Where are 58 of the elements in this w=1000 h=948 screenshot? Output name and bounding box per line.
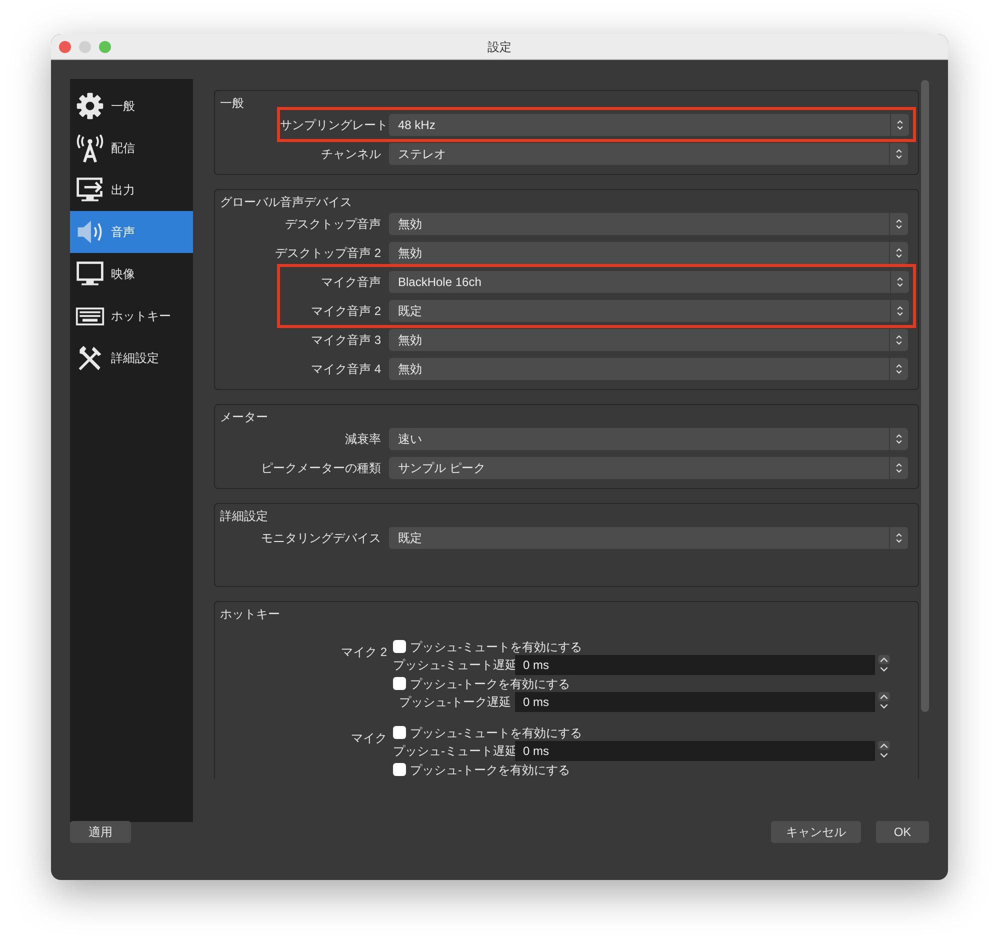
dropdown[interactable]: 無効 [389, 328, 908, 350]
field-label: マイク音声 [320, 274, 382, 290]
field-label: デスクトップ音声 2 [274, 244, 382, 262]
dropdown[interactable]: 無効 [389, 242, 908, 264]
checkbox-label: プッシュ-ミュートを有効にする [410, 724, 582, 742]
sidebar-item[interactable]: 出力 [70, 169, 193, 211]
antenna-icon [75, 133, 105, 163]
checkbox[interactable] [393, 677, 406, 690]
ok-button[interactable]: OK [876, 821, 929, 843]
group-title: ホットキー [219, 606, 280, 623]
sidebar-item[interactable]: 詳細設定 [70, 337, 193, 379]
hotkey-label: マイク [350, 730, 388, 747]
sidebar-item[interactable]: 配信 [70, 127, 193, 169]
group-title: グローバル音声デバイス [219, 194, 352, 209]
checkbox-label: プッシュ-ミュートを有効にする [410, 638, 582, 656]
field-label: モニタリングデバイス [260, 530, 382, 546]
group-title: 一般 [219, 95, 244, 110]
field-label: デスクトップ音声 [284, 216, 382, 232]
sidebar-item[interactable]: 一般 [70, 85, 193, 127]
field-label: 減衰率 [344, 430, 382, 448]
spin-field[interactable]: 0 ms [515, 692, 875, 712]
field-label: プッシュ-トーク遅延 [398, 694, 512, 711]
dropdown[interactable]: 既定 [389, 526, 908, 548]
cancel-button[interactable]: キャンセル [771, 821, 861, 843]
apply-button[interactable]: 適用 [70, 821, 131, 843]
dropdown[interactable]: 48 kHz [389, 114, 909, 136]
checkbox-label: プッシュ-トークを有効にする [410, 676, 570, 692]
dropdown[interactable]: サンプル ピーク [389, 456, 908, 478]
field-label: マイク音声 3 [310, 332, 382, 348]
checkbox[interactable] [393, 763, 406, 776]
group-title: 詳細設定 [219, 508, 268, 523]
dropdown[interactable]: ステレオ [389, 142, 908, 164]
spin-field[interactable]: 0 ms [515, 655, 875, 675]
sidebar-item[interactable]: ホットキー [70, 295, 193, 337]
dropdown[interactable]: 無効 [389, 212, 908, 234]
dropdown[interactable]: 既定 [389, 300, 909, 322]
window-title: 設定 [488, 38, 512, 56]
checkbox[interactable] [393, 726, 406, 739]
field-label: プッシュ-ミュート遅延 [393, 743, 515, 760]
field-label: サンプリングレート [280, 116, 389, 134]
spin-field[interactable]: 0 ms [515, 741, 875, 761]
dropdown[interactable]: 無効 [389, 358, 908, 380]
close-button[interactable] [59, 40, 71, 52]
checkbox-label: プッシュ-トークを有効にする [410, 762, 570, 778]
sidebar-item[interactable]: 音声 [70, 211, 193, 253]
gear-icon [75, 91, 105, 121]
field-label: プッシュ-ミュート遅延 [393, 657, 515, 674]
field-label: マイク音声 4 [310, 360, 382, 378]
sidebar-item[interactable]: 映像 [70, 253, 193, 295]
field-label: マイク音声 2 [310, 302, 382, 320]
dropdown[interactable]: 速い [389, 428, 908, 450]
dropdown[interactable]: BlackHole 16ch [389, 270, 909, 292]
scrollbar[interactable] [921, 80, 929, 712]
field-label: ピークメーターの種類 [260, 460, 382, 476]
field-label: チャンネル [320, 146, 382, 162]
group-title: メーター [219, 409, 268, 424]
checkbox[interactable] [393, 640, 406, 653]
hotkey-label: マイク 2 [340, 644, 388, 661]
